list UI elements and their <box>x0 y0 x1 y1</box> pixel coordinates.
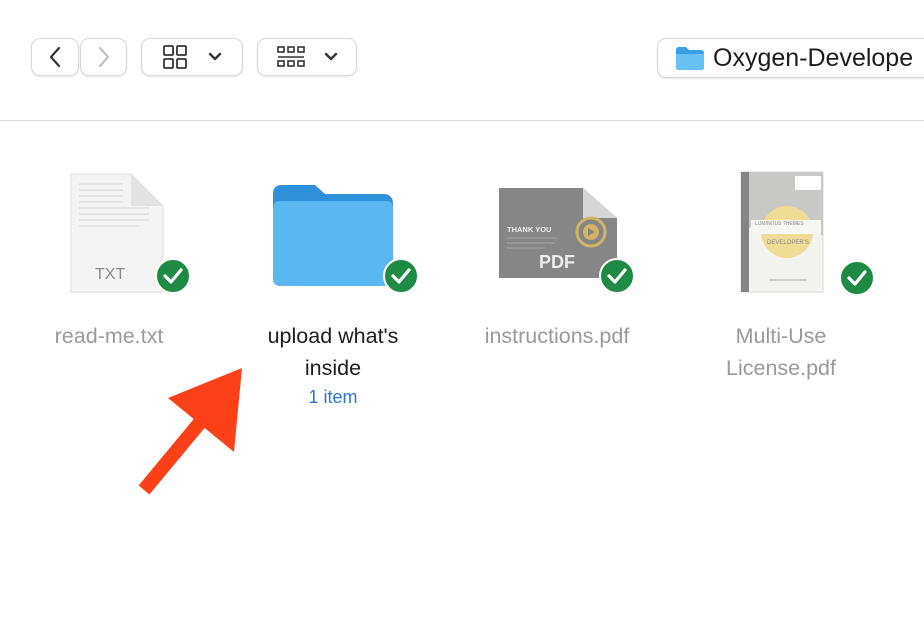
thumb-title: DEVELOPER'S <box>767 240 809 246</box>
file-item-license[interactable]: LUMINOUS THEMES DEVELOPER'S Multi-Use Li… <box>700 170 875 384</box>
synced-check-icon <box>599 258 635 294</box>
view-mode-button[interactable] <box>141 38 243 76</box>
file-name: instructions.pdf <box>484 324 630 348</box>
file-item-readme[interactable]: TXT read-me.txt <box>24 170 194 352</box>
grid-view-icon <box>163 45 187 69</box>
file-type-label: TXT <box>95 266 126 283</box>
synced-check-icon <box>155 258 191 294</box>
group-by-button[interactable] <box>257 38 357 76</box>
item-count: 1 item <box>308 387 358 407</box>
synced-check-icon <box>839 260 875 296</box>
chevron-right-icon <box>98 46 109 68</box>
txt-document-icon: TXT <box>49 170 191 294</box>
annotation-arrow-icon <box>138 368 242 495</box>
pdf-thumbnail-icon: THANK YOU PDF <box>495 170 635 294</box>
pdf-thumbnail-icon: LUMINOUS THEMES DEVELOPER'S <box>731 170 875 296</box>
back-button[interactable] <box>31 38 79 76</box>
file-item-folder[interactable]: upload what's inside 1 item <box>248 170 419 410</box>
file-name: read-me.txt <box>54 324 164 348</box>
folder-icon <box>676 47 704 70</box>
chevron-down-icon <box>324 52 338 61</box>
chevron-left-icon <box>49 46 61 68</box>
file-item-instructions[interactable]: THANK YOU PDF instructions.pdf <box>462 170 652 352</box>
folder-icon <box>271 170 419 294</box>
file-name: upload what's inside <box>267 324 399 380</box>
path-label: Oxygen-Develope <box>713 43 914 72</box>
group-icon <box>277 46 305 67</box>
file-name: Multi-Use License.pdf <box>726 324 836 380</box>
forward-button[interactable] <box>80 38 127 76</box>
synced-check-icon <box>383 258 419 294</box>
path-popup-button[interactable]: Oxygen-Develope <box>657 38 924 78</box>
chevron-down-icon <box>208 52 222 61</box>
file-type-label: PDF <box>539 252 575 272</box>
finder-toolbar: Oxygen-Develope <box>0 0 924 121</box>
thumb-subtitle: LUMINOUS THEMES <box>755 221 804 227</box>
thumb-title: THANK YOU <box>507 225 552 234</box>
